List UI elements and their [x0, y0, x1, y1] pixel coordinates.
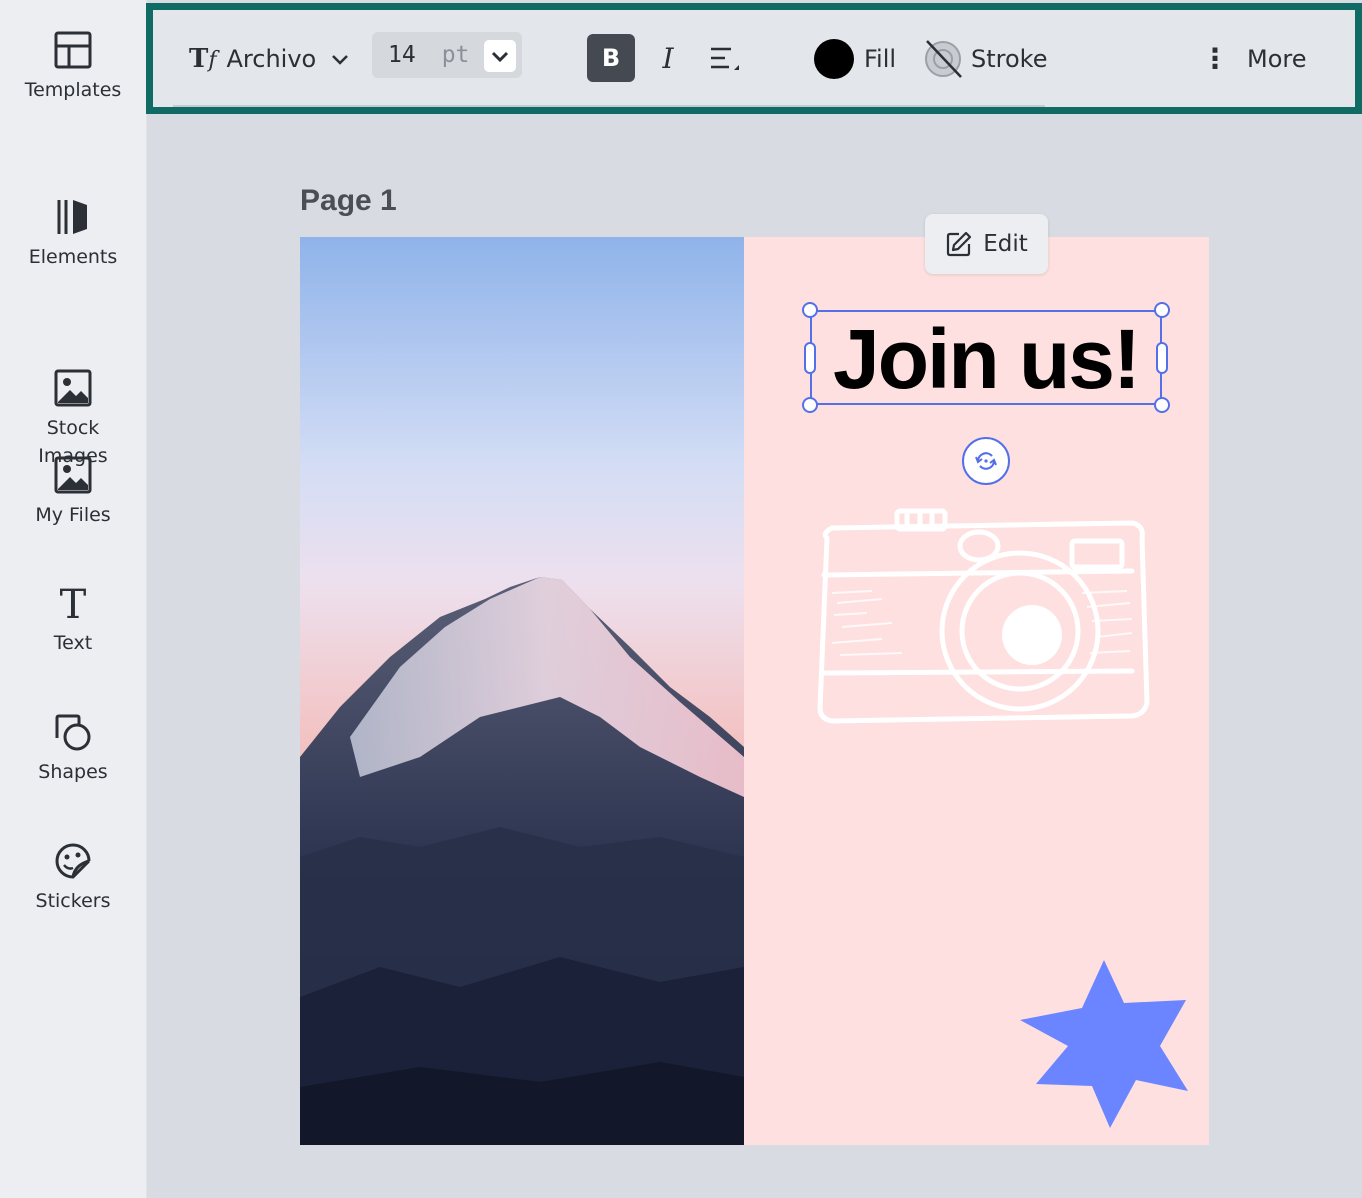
sidebar-item-label: Templates: [24, 79, 122, 101]
sidebar-item-label: Elements: [28, 246, 118, 268]
bold-button[interactable]: B: [587, 34, 635, 82]
resize-handle-left[interactable]: [804, 342, 816, 374]
page-title: Page 1: [300, 184, 397, 217]
resize-handle-bottom-right[interactable]: [1154, 397, 1170, 413]
star-shape[interactable]: [1018, 958, 1190, 1130]
elements-icon: [53, 197, 93, 237]
shapes-icon: [53, 712, 93, 752]
sidebar-item-templates[interactable]: Templates: [0, 30, 146, 104]
resize-handle-top-left[interactable]: [802, 302, 818, 318]
rotate-handle[interactable]: [962, 437, 1010, 485]
mountain-photo[interactable]: [300, 237, 744, 1145]
font-icon: Tf: [189, 43, 217, 74]
image-icon: [53, 455, 93, 495]
italic-button[interactable]: I: [653, 10, 683, 107]
headline-text[interactable]: Join us!: [812, 314, 1160, 404]
text-toolbar: Tf Archivo 14 pt B I Fill Stroke ⋮ More: [146, 3, 1362, 114]
font-family-select[interactable]: Tf Archivo: [189, 10, 350, 107]
headline-text-selection[interactable]: Join us!: [810, 310, 1162, 405]
stroke-label: Stroke: [971, 44, 1048, 73]
fill-label: Fill: [864, 44, 897, 73]
resize-handle-bottom-left[interactable]: [802, 397, 818, 413]
more-label: More: [1247, 44, 1307, 73]
font-size-dropdown[interactable]: [484, 40, 516, 72]
text-icon: T: [53, 583, 93, 623]
no-stroke-icon: [925, 39, 962, 78]
more-vertical-icon: ⋮: [1201, 42, 1229, 75]
fill-button[interactable]: Fill: [814, 10, 896, 107]
sidebar-item-my-files[interactable]: My Files: [0, 455, 146, 529]
left-sidebar: Templates Elements Stock Images My Files…: [0, 0, 147, 1198]
resize-handle-right[interactable]: [1156, 342, 1168, 374]
font-name: Archivo: [226, 44, 317, 73]
more-button[interactable]: ⋮ More: [1201, 10, 1307, 107]
chevron-down-icon: [491, 51, 509, 63]
font-size-unit: pt: [441, 42, 470, 68]
sidebar-item-elements[interactable]: Elements: [0, 197, 146, 271]
camera-sketch-sticker[interactable]: [812, 503, 1152, 728]
sidebar-item-text[interactable]: T Text: [0, 583, 146, 657]
font-size-input[interactable]: 14 pt: [372, 32, 522, 78]
image-icon: [53, 340, 93, 407]
sidebar-item-label: Stickers: [35, 890, 111, 912]
sidebar-item-label: Text: [53, 632, 93, 654]
fill-color-swatch: [814, 38, 854, 79]
edit-pencil-icon: [947, 231, 972, 257]
resize-handle-top-right[interactable]: [1154, 302, 1170, 318]
sidebar-item-shapes[interactable]: Shapes: [0, 712, 146, 786]
chevron-down-icon: [332, 54, 349, 65]
templates-icon: [53, 30, 93, 70]
align-left-icon: [711, 47, 739, 70]
stroke-button[interactable]: Stroke: [923, 10, 1047, 107]
toolbar-divider: [173, 105, 1045, 107]
edit-label: Edit: [983, 231, 1028, 257]
font-size-value: 14: [388, 42, 416, 68]
sticker-icon: [53, 841, 93, 881]
svg-text:T: T: [60, 583, 87, 623]
sidebar-item-stickers[interactable]: Stickers: [0, 841, 146, 915]
rotate-icon: [975, 452, 997, 470]
sidebar-item-label: Shapes: [38, 761, 108, 783]
text-align-button[interactable]: [708, 10, 742, 107]
edit-button[interactable]: Edit: [925, 214, 1048, 274]
sidebar-item-label: My Files: [35, 504, 111, 526]
sidebar-item-stock-images[interactable]: Stock Images: [0, 312, 146, 470]
